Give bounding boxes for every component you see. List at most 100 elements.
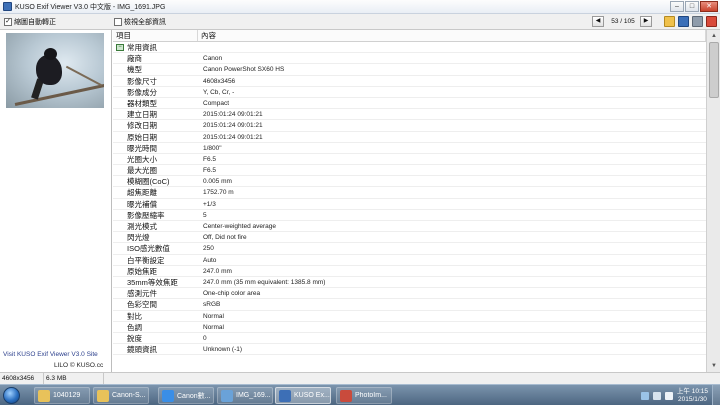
- taskbar-item[interactable]: PhotoIm...: [336, 387, 392, 404]
- auto-rotate-checkbox[interactable]: ✓ 縮圖自動轉正: [4, 17, 56, 27]
- vertical-scrollbar[interactable]: ▲ ▼: [706, 30, 720, 372]
- taskbar-item-label: PhotoIm...: [355, 392, 387, 399]
- taskbar: 1040129 Canon-S... Canon數... IMG_169... KUSO…: [0, 384, 720, 405]
- table-row[interactable]: 鏡頭資訊 Unknown (-1): [113, 344, 706, 356]
- table-header: 項目 內容: [113, 30, 706, 42]
- table-row[interactable]: 閃光燈 Off, Did not fire: [113, 232, 706, 244]
- row-value: 247.0 mm: [203, 267, 232, 275]
- volume-icon[interactable]: [664, 391, 673, 400]
- row-key: 模糊圈(CoC): [127, 177, 170, 187]
- taskbar-item[interactable]: Canon數...: [158, 387, 214, 404]
- print-icon[interactable]: [692, 16, 703, 27]
- table-row[interactable]: 廠商 Canon: [113, 53, 706, 65]
- scroll-up-icon[interactable]: ▲: [709, 31, 719, 41]
- credit-text: LILO © KUSO.cc: [54, 362, 104, 369]
- table-row[interactable]: 器材類型 Compact: [113, 98, 706, 110]
- row-value: 0.005 mm: [203, 178, 232, 186]
- table-row[interactable]: 影像成分 Y, Cb, Cr, -: [113, 87, 706, 98]
- table-row[interactable]: 白平衡設定 Auto: [113, 255, 706, 266]
- next-image-button[interactable]: ▶: [640, 16, 652, 27]
- save-icon[interactable]: [678, 16, 689, 27]
- auto-rotate-label: 縮圖自動轉正: [14, 19, 56, 26]
- row-key: ISO感光數值: [127, 244, 170, 254]
- thumbnail-pane: Visit KUSO Exif Viewer V3.0 Site LILO © …: [0, 30, 112, 372]
- taskbar-item[interactable]: IMG_169...: [217, 387, 273, 404]
- row-key: 修改日期: [127, 121, 157, 131]
- row-key: 影像成分: [127, 87, 157, 97]
- show-desktop-button[interactable]: [712, 385, 720, 405]
- image-thumbnail[interactable]: [6, 33, 104, 108]
- table-row[interactable]: 測光模式 Center-weighted average: [113, 221, 706, 233]
- minimize-button[interactable]: –: [670, 1, 684, 12]
- row-value: Unknown (-1): [203, 346, 243, 354]
- taskbar-item[interactable]: KUSO Ex...: [275, 387, 331, 404]
- row-key: 建立日期: [127, 110, 157, 120]
- row-key: 影像尺寸: [127, 76, 157, 86]
- group-row-common[interactable]: − 常用資訊: [113, 42, 706, 54]
- row-key: 白平衡設定: [127, 255, 165, 265]
- table-row[interactable]: ISO感光數值 250: [113, 243, 706, 255]
- row-key: 影像壓縮率: [127, 210, 165, 220]
- table-row[interactable]: 影像尺寸 4608x3456: [113, 76, 706, 87]
- row-key: 原始焦距: [127, 266, 157, 276]
- network-icon[interactable]: [652, 391, 661, 400]
- kuso-exif-icon: [279, 389, 291, 402]
- table-row[interactable]: 影像壓縮率 5: [113, 210, 706, 221]
- table-row[interactable]: 銳度 0: [113, 333, 706, 345]
- row-key: 超焦距離: [127, 188, 157, 198]
- scroll-down-icon[interactable]: ▼: [709, 361, 719, 371]
- site-link[interactable]: Visit KUSO Exif Viewer V3.0 Site: [3, 351, 98, 358]
- clock[interactable]: 上午 10:15 2015/1/30: [677, 388, 708, 404]
- column-header-item[interactable]: 項目: [113, 30, 198, 41]
- row-key: 最大光圈: [127, 166, 157, 176]
- open-folder-icon[interactable]: [664, 16, 675, 27]
- table-row[interactable]: 機型 Canon PowerShot SX60 HS: [113, 64, 706, 76]
- scroll-thumb[interactable]: [709, 42, 719, 98]
- table-row[interactable]: 原始焦距 247.0 mm: [113, 266, 706, 277]
- row-value: 1752.70 m: [203, 189, 234, 197]
- table-row[interactable]: 原始日期 2015:01:24 09:01:21: [113, 132, 706, 143]
- taskbar-item-label: IMG_169...: [236, 392, 271, 399]
- table-row[interactable]: 曝光補償 +1/3: [113, 199, 706, 210]
- status-empty: [104, 373, 720, 384]
- window-controls: – □ ✕: [670, 1, 718, 12]
- table-row[interactable]: 感測元件 One-chip color area: [113, 288, 706, 300]
- table-row[interactable]: 35mm等效焦距 247.0 mm (35 mm equivalent: 1385…: [113, 277, 706, 289]
- row-key: 廠商: [127, 54, 142, 64]
- table-row[interactable]: 對比 Normal: [113, 311, 706, 322]
- show-all-checkbox[interactable]: 檢視全部資訊: [114, 17, 166, 27]
- table-row[interactable]: 超焦距離 1752.70 m: [113, 187, 706, 199]
- table-row[interactable]: 色彩空間 sRGB: [113, 299, 706, 311]
- status-dimensions: 4608x3456: [0, 373, 44, 384]
- start-button[interactable]: [3, 387, 20, 404]
- row-value: Canon PowerShot SX60 HS: [203, 66, 285, 74]
- table-row[interactable]: 最大光圈 F6.5: [113, 165, 706, 177]
- taskbar-item[interactable]: 1040129: [34, 387, 90, 404]
- row-value: F6.5: [203, 167, 217, 175]
- row-value: 0: [203, 334, 207, 342]
- flag-icon[interactable]: [640, 391, 649, 400]
- maximize-button[interactable]: □: [685, 1, 699, 12]
- table-row[interactable]: 建立日期 2015:01:24 09:01:21: [113, 109, 706, 121]
- column-header-content[interactable]: 內容: [198, 30, 706, 41]
- exif-table: 項目 內容 − 常用資訊 廠商 Canon 機型 Canon PowerShot SX…: [113, 30, 706, 372]
- row-key: 原始日期: [127, 132, 157, 142]
- row-value: Normal: [203, 312, 224, 320]
- taskbar-item[interactable]: Canon-S...: [93, 387, 149, 404]
- checkbox-empty-icon[interactable]: [114, 18, 122, 26]
- previous-image-button[interactable]: ◀: [592, 16, 604, 27]
- collapse-icon[interactable]: −: [116, 43, 124, 51]
- table-row[interactable]: 模糊圈(CoC) 0.005 mm: [113, 176, 706, 188]
- row-key: 對比: [127, 311, 142, 321]
- checkmark-icon[interactable]: ✓: [4, 18, 12, 26]
- table-row[interactable]: 修改日期 2015:01:24 09:01:21: [113, 120, 706, 132]
- taskbar-item-label: Canon數...: [177, 392, 211, 400]
- table-row[interactable]: 色調 Normal: [113, 322, 706, 333]
- close-button[interactable]: ✕: [700, 1, 718, 12]
- table-row[interactable]: 光圈大小 F6.5: [113, 154, 706, 166]
- exit-icon[interactable]: [706, 16, 717, 27]
- clock-date: 2015/1/30: [678, 395, 707, 403]
- row-value: Normal: [203, 323, 224, 331]
- table-row[interactable]: 曝光時間 1/800": [113, 143, 706, 154]
- row-key: 器材類型: [127, 98, 157, 108]
